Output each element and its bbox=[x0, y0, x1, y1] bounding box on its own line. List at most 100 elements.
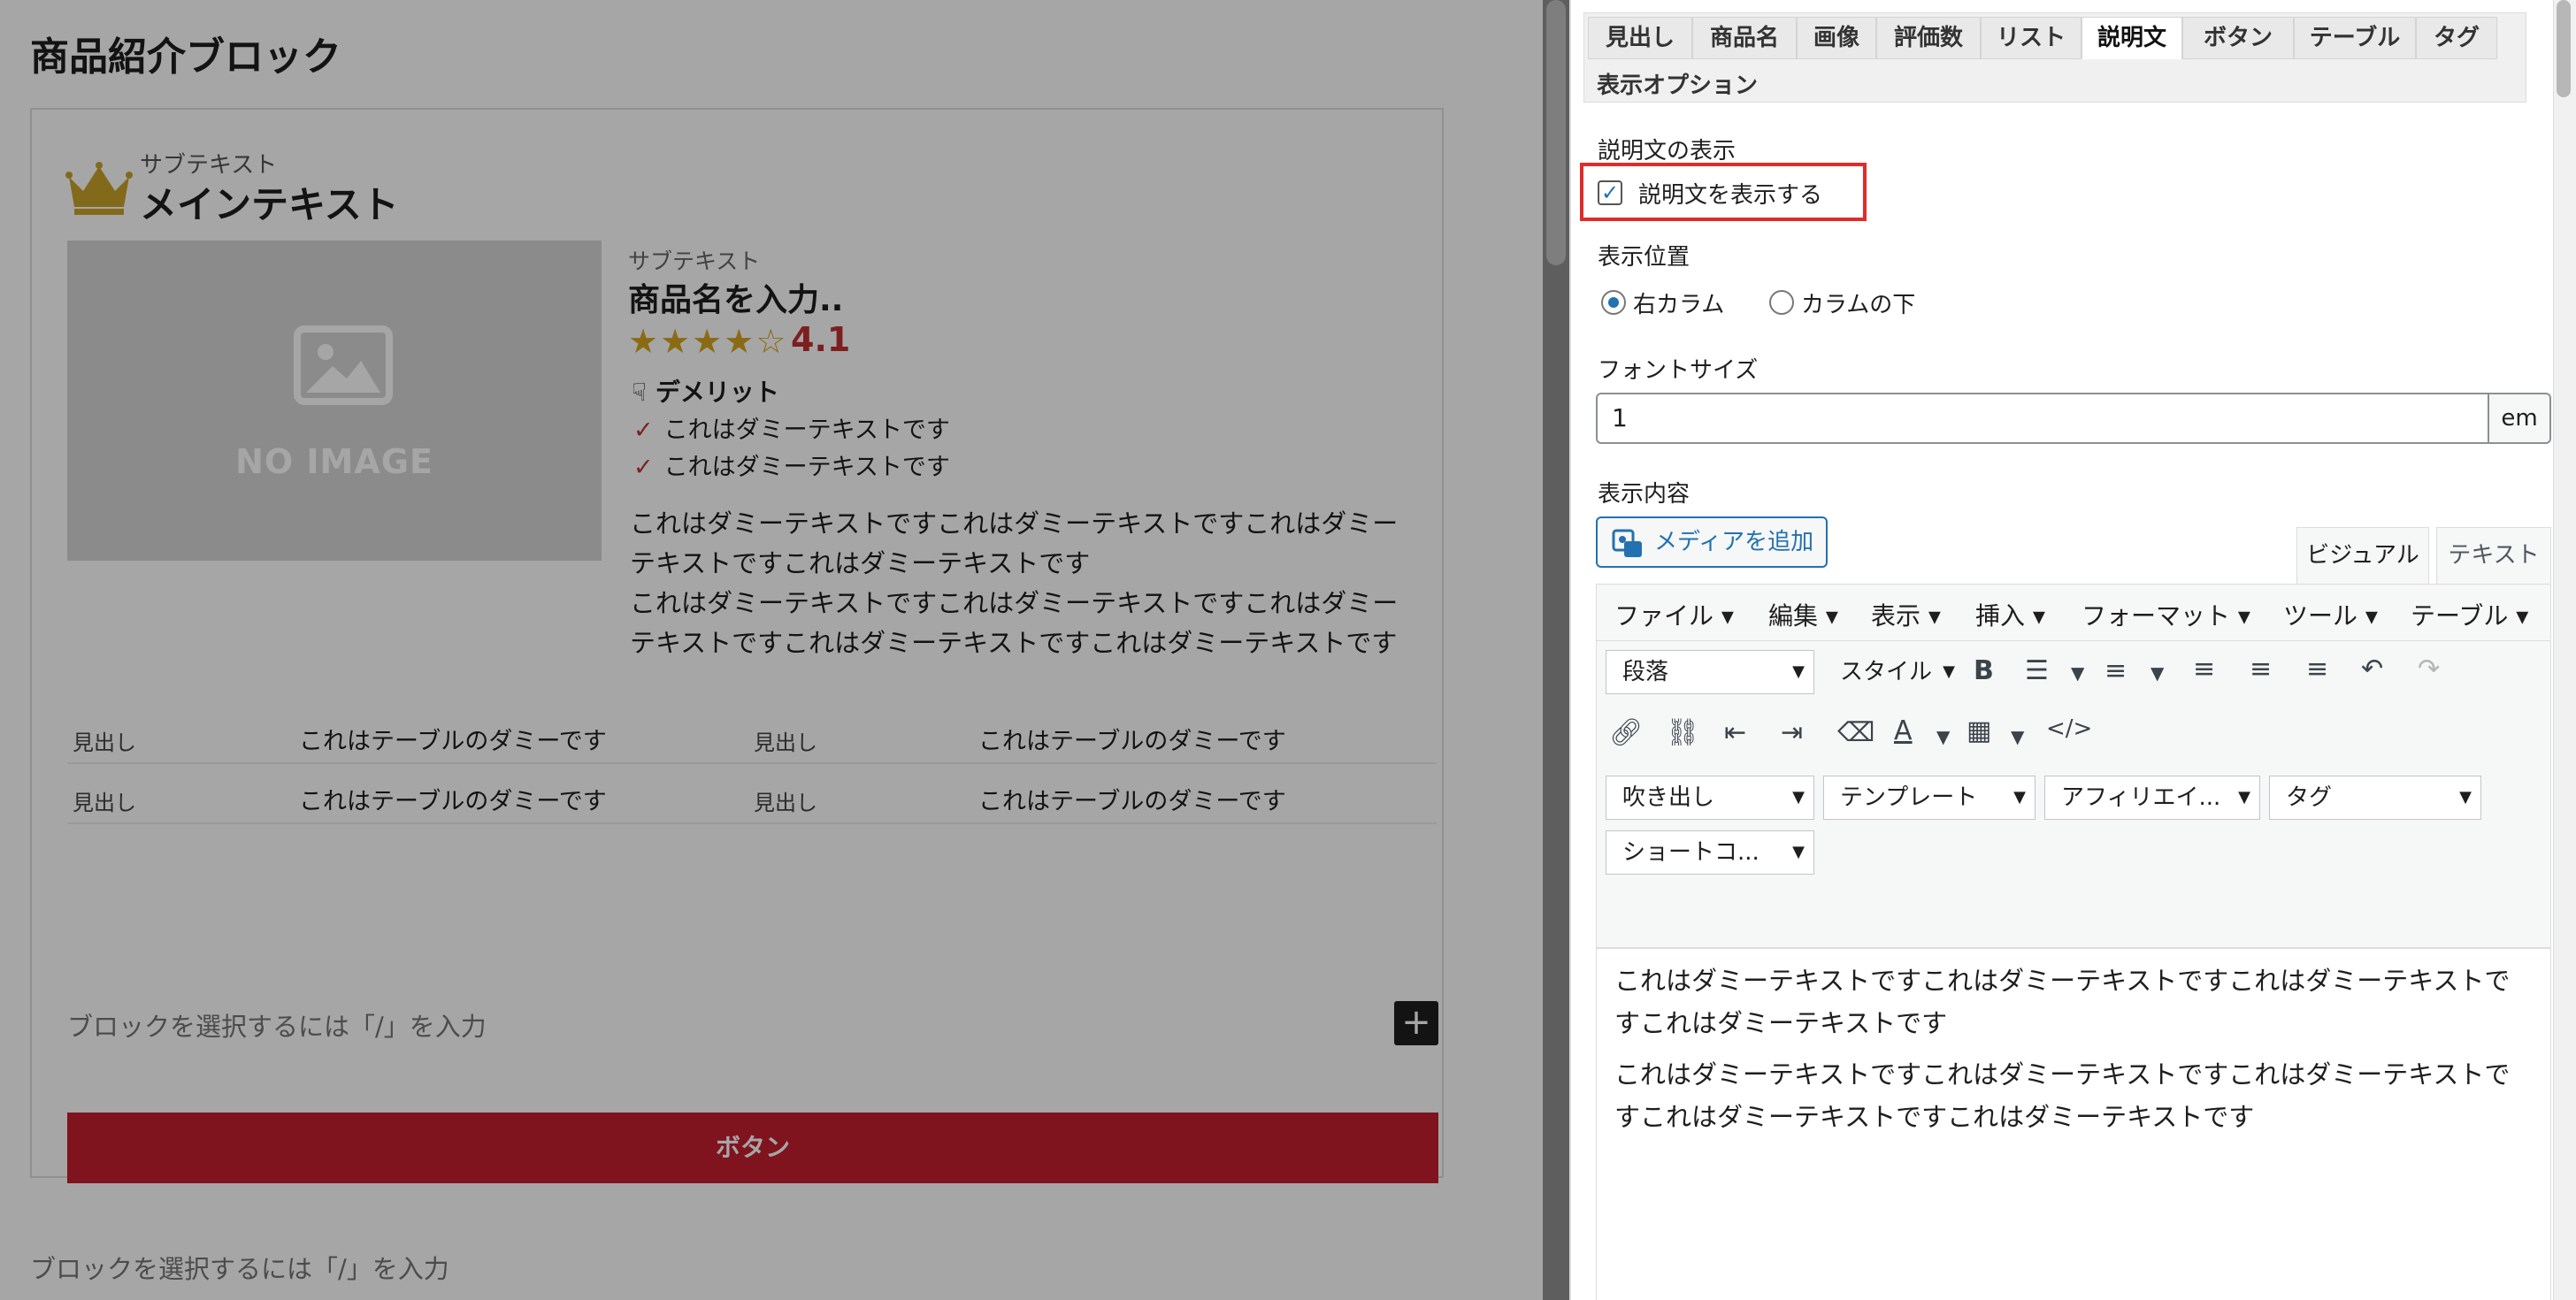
add-block-button[interactable]: + bbox=[1394, 1001, 1438, 1045]
add-media-button[interactable]: メディアを追加 bbox=[1596, 516, 1828, 568]
demerit-item[interactable]: ✓ これはダミーテキストです bbox=[633, 410, 950, 445]
table-icon[interactable]: ▦ bbox=[1966, 715, 1991, 746]
demerit-item-text: これはダミーテキストです bbox=[663, 417, 950, 444]
rating-stars: ★★★★☆ bbox=[628, 322, 788, 361]
crown-icon bbox=[65, 162, 133, 215]
tag-select[interactable]: タグ ▼ bbox=[2269, 776, 2481, 820]
position-label: 表示位置 bbox=[1598, 244, 1690, 271]
product-subtext[interactable]: サブテキスト bbox=[628, 244, 760, 276]
demerit-heading[interactable]: ☟ デメリット bbox=[632, 373, 779, 409]
bullet-list-icon[interactable]: ☰ bbox=[2025, 655, 2049, 686]
spec-value: これはテーブルのダミーです bbox=[299, 788, 607, 815]
spec-table-row[interactable]: 見出し これはテーブルのダミーです 見出し これはテーブルのダミーです bbox=[67, 706, 1437, 764]
editor-menubar: ファイル ▾ 編集 ▾ 表示 ▾ 挿入 ▾ フォーマット ▾ ツール ▾ テーブ… bbox=[1597, 585, 2550, 641]
product-image-placeholder[interactable]: NO IMAGE bbox=[67, 241, 602, 561]
tab-tag[interactable]: タグ bbox=[2416, 17, 2497, 59]
thumbs-down-icon: ☟ bbox=[632, 378, 648, 407]
code-icon[interactable]: </> bbox=[2046, 715, 2092, 742]
spec-key: 見出し bbox=[754, 730, 817, 755]
panel-scrollbar[interactable] bbox=[2553, 0, 2576, 1300]
numbered-list-icon[interactable]: ≡ bbox=[2104, 655, 2127, 686]
outdent-icon[interactable]: ⇤ bbox=[1724, 717, 1746, 748]
tab-button[interactable]: ボタン bbox=[2182, 17, 2294, 59]
tab-product-name[interactable]: 商品名 bbox=[1692, 17, 1797, 59]
product-button[interactable]: ボタン bbox=[67, 1113, 1438, 1183]
show-description-checkbox[interactable]: ✓ bbox=[1598, 180, 1622, 205]
settings-panel: 見出し 商品名 画像 評価数 リスト 説明文 ボタン テーブル タグ 表示オプシ… bbox=[1569, 0, 2553, 1300]
spec-value: これはテーブルのダミーです bbox=[978, 788, 1286, 815]
spec-table-row[interactable]: 見出し これはテーブルのダミーです 見出し これはテーブルのダミーです bbox=[67, 766, 1437, 824]
editor-content-area[interactable]: これはダミーテキストですこれはダミーテキストですこれはダミーテキストですこれはダ… bbox=[1614, 949, 2534, 1147]
link-icon[interactable]: 🔗︎ bbox=[1609, 717, 1643, 748]
font-size-unit: em bbox=[2488, 393, 2551, 444]
align-center-icon[interactable]: ≡ bbox=[2250, 654, 2272, 684]
check-icon: ✓ bbox=[633, 454, 654, 481]
demerit-item-text: これはダミーテキストです bbox=[663, 454, 950, 481]
description-paragraph: これはダミーテキストですこれはダミーテキストですこれはダミーテキストですこれはダ… bbox=[630, 509, 1399, 578]
position-below-column-radio[interactable] bbox=[1769, 290, 1794, 315]
chevron-down-icon[interactable]: ▼ bbox=[1936, 726, 1950, 747]
chevron-down-icon[interactable]: ▼ bbox=[2011, 726, 2024, 747]
bold-icon[interactable]: B bbox=[1974, 655, 1994, 686]
redo-icon[interactable]: ↷ bbox=[2418, 654, 2440, 684]
spec-key: 見出し bbox=[73, 791, 136, 815]
rating-value: 4.1 bbox=[791, 320, 851, 359]
align-left-icon[interactable]: ≡ bbox=[2193, 654, 2215, 684]
inner-block-placeholder[interactable]: ブロックを選択するには「/」を入力 bbox=[67, 1006, 487, 1044]
add-media-label: メディアを追加 bbox=[1654, 529, 1814, 555]
editor-scroll-thumb[interactable] bbox=[1546, 0, 1566, 265]
style-select[interactable]: スタイル ▼ bbox=[1823, 650, 1965, 694]
page-title[interactable]: 商品紹介ブロック bbox=[30, 25, 341, 81]
position-right-column-label[interactable]: 右カラム bbox=[1633, 287, 1724, 319]
tab-image[interactable]: 画像 bbox=[1797, 17, 1876, 59]
tab-display-options[interactable]: 表示オプション bbox=[1597, 68, 1758, 103]
position-below-column-label[interactable]: カラムの下 bbox=[1801, 287, 1915, 319]
product-name[interactable]: 商品名を入力.. bbox=[628, 274, 843, 320]
menu-edit[interactable]: 編集 ▾ bbox=[1768, 597, 1838, 632]
description-paragraph: これはダミーテキストですこれはダミーテキストですこれはダミーテキストですこれはダ… bbox=[630, 588, 1399, 658]
tab-table[interactable]: テーブル bbox=[2294, 17, 2416, 59]
tab-list[interactable]: リスト bbox=[1981, 17, 2082, 59]
chevron-down-icon[interactable]: ▼ bbox=[2071, 662, 2084, 684]
affiliate-select[interactable]: アフィリエイ... ▼ bbox=[2044, 776, 2260, 820]
paragraph-format-select[interactable]: 段落 ▼ bbox=[1606, 650, 1814, 694]
description-preview[interactable]: これはダミーテキストですこれはダミーテキストですこれはダミーテキストですこれはダ… bbox=[609, 492, 1431, 677]
font-size-label: フォントサイズ bbox=[1598, 357, 1759, 384]
menu-table[interactable]: テーブル ▾ bbox=[2411, 597, 2528, 632]
speech-bubble-select[interactable]: 吹き出し ▼ bbox=[1606, 776, 1814, 820]
text-color-icon[interactable]: A bbox=[1894, 715, 1913, 746]
menu-view[interactable]: 表示 ▾ bbox=[1871, 597, 1941, 632]
clear-formatting-icon[interactable]: ⌫ bbox=[1837, 717, 1874, 748]
position-right-column-radio[interactable] bbox=[1601, 290, 1626, 315]
panel-scroll-thumb[interactable] bbox=[2557, 0, 2571, 97]
undo-icon[interactable]: ↶ bbox=[2361, 654, 2383, 684]
indent-icon[interactable]: ⇥ bbox=[1781, 717, 1803, 748]
demerit-title: デメリット bbox=[655, 378, 779, 407]
template-select[interactable]: テンプレート ▼ bbox=[1823, 776, 2036, 820]
show-description-checkbox-label[interactable]: 説明文を表示する bbox=[1638, 177, 1822, 210]
menu-format[interactable]: フォーマット ▾ bbox=[2082, 597, 2250, 632]
editor-tab-visual[interactable]: ビジュアル bbox=[2296, 527, 2429, 585]
shortcode-select[interactable]: ショートコ... ▼ bbox=[1606, 830, 1814, 875]
tab-description[interactable]: 説明文 bbox=[2082, 17, 2182, 59]
demerit-item[interactable]: ✓ これはダミーテキストです bbox=[633, 447, 950, 482]
menu-tools[interactable]: ツール ▾ bbox=[2283, 597, 2378, 632]
content-paragraph: これはダミーテキストですこれはダミーテキストですこれはダミーテキストですこれはダ… bbox=[1614, 1059, 2511, 1132]
spec-value: これはテーブルのダミーです bbox=[978, 728, 1286, 755]
tab-rating[interactable]: 評価数 bbox=[1876, 17, 1981, 59]
rich-text-editor: ファイル ▾ 編集 ▾ 表示 ▾ 挿入 ▾ フォーマット ▾ ツール ▾ テーブ… bbox=[1596, 584, 2551, 1300]
outer-block-placeholder[interactable]: ブロックを選択するには「/」を入力 bbox=[30, 1249, 449, 1286]
font-size-input[interactable]: 1 bbox=[1596, 393, 2489, 444]
menu-insert[interactable]: 挿入 ▾ bbox=[1975, 597, 2045, 632]
menu-file[interactable]: ファイル ▾ bbox=[1614, 597, 1734, 632]
unlink-icon[interactable]: ⛓︎ bbox=[1666, 717, 1699, 748]
settings-tabs: 見出し 商品名 画像 評価数 リスト 説明文 ボタン テーブル タグ 表示オプシ… bbox=[1583, 12, 2526, 103]
tab-heading[interactable]: 見出し bbox=[1588, 17, 1692, 59]
chevron-down-icon[interactable]: ▼ bbox=[2150, 662, 2164, 684]
heading-main-text[interactable]: メインテキスト bbox=[140, 175, 399, 229]
content-label: 表示内容 bbox=[1598, 481, 1690, 508]
show-description-section-label: 説明文の表示 bbox=[1598, 138, 1736, 164]
image-icon bbox=[294, 325, 393, 405]
editor-tab-text[interactable]: テキスト bbox=[2436, 527, 2551, 585]
align-right-icon[interactable]: ≡ bbox=[2306, 654, 2328, 684]
